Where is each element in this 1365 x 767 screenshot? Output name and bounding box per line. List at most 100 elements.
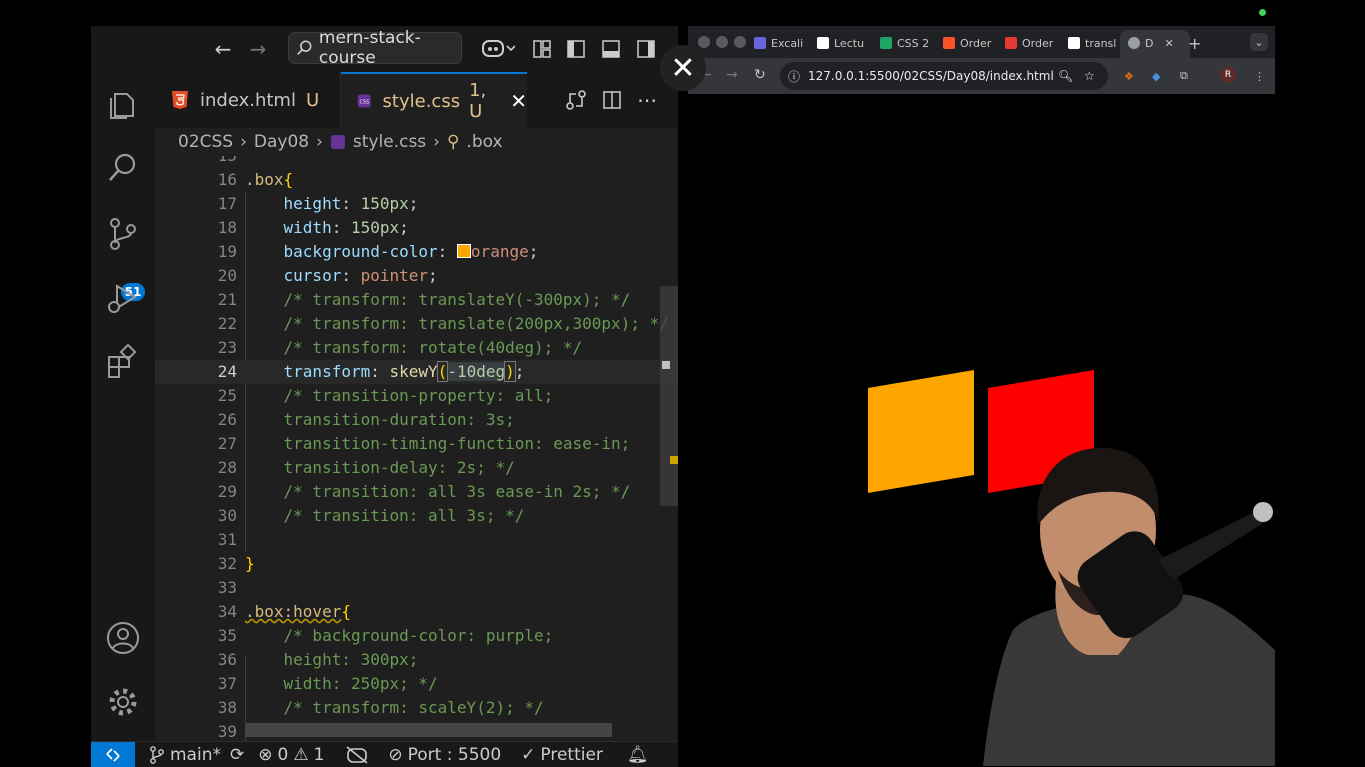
git-branch-icon bbox=[150, 746, 164, 764]
css-comment: /* transition: all 3s; */ bbox=[283, 506, 525, 525]
zoom-icon[interactable]: 🔍︎ bbox=[1058, 69, 1073, 83]
forward-arrow-icon[interactable]: → bbox=[243, 34, 273, 64]
accounts-icon[interactable] bbox=[105, 620, 141, 656]
browser-tab-current[interactable]: D ✕ bbox=[1128, 30, 1174, 56]
window-zoom-dot[interactable] bbox=[734, 36, 746, 48]
back-arrow-icon[interactable]: ← bbox=[208, 34, 238, 64]
open-changes-icon[interactable] bbox=[561, 85, 591, 115]
code-line: 16 .box{ bbox=[155, 168, 678, 192]
breadcrumb-file[interactable]: style.css bbox=[353, 132, 426, 152]
source-control-icon[interactable] bbox=[105, 216, 141, 252]
line-number: 18 bbox=[217, 218, 237, 237]
scrollbar-warning-marker bbox=[670, 456, 678, 464]
notifications-bell-icon[interactable]: 🔔︎ bbox=[627, 745, 649, 765]
code-line: 21 /* transform: translateY(-300px); */ bbox=[155, 288, 678, 312]
tab-search-icon[interactable]: ⌄ bbox=[1250, 33, 1268, 51]
run-debug-icon[interactable] bbox=[105, 280, 141, 316]
bookmark-star-icon[interactable]: ☆ bbox=[1084, 69, 1095, 83]
excalidraw-favicon-icon bbox=[754, 37, 766, 49]
warning-icon: ⚠ bbox=[293, 745, 309, 765]
search-icon[interactable] bbox=[105, 150, 141, 186]
line-number: 38 bbox=[217, 698, 237, 717]
copilot-status-icon[interactable] bbox=[346, 746, 368, 764]
code-line: 18 width: 150px; bbox=[155, 216, 678, 240]
code-line: 35 /* background-color: purple; bbox=[155, 624, 678, 648]
browser-tab[interactable]: Excali bbox=[754, 30, 803, 56]
line-number: 26 bbox=[217, 410, 237, 429]
tab-label: style.css bbox=[382, 90, 461, 112]
css-property: height bbox=[283, 194, 342, 213]
chevron-right-icon: › bbox=[433, 132, 440, 152]
code-line: 29 /* transition: all 3s ease-in 2s; */ bbox=[155, 480, 678, 504]
tab-style-css[interactable]: CSS style.css 1, U ✕ bbox=[341, 72, 527, 128]
close-tab-icon[interactable]: ✕ bbox=[510, 89, 527, 113]
reload-icon[interactable]: ↻ bbox=[754, 62, 766, 88]
close-tab-icon[interactable]: ✕ bbox=[1164, 37, 1173, 50]
extension-icon[interactable]: ❖ bbox=[1124, 63, 1134, 89]
browser-tab[interactable]: Order bbox=[1005, 30, 1053, 56]
code-line: 31 bbox=[155, 528, 678, 552]
toggle-panel-icon[interactable] bbox=[596, 34, 626, 64]
forward-icon[interactable]: → bbox=[726, 62, 738, 88]
breadcrumb-folder[interactable]: Day08 bbox=[254, 132, 309, 152]
remote-indicator-icon[interactable] bbox=[91, 742, 135, 767]
css-comment: height: 300px; bbox=[283, 650, 419, 669]
css-comment: /* transform: translate(200px,300px); */ bbox=[283, 314, 669, 333]
line-number: 36 bbox=[217, 650, 237, 669]
customize-layout-icon[interactable] bbox=[527, 34, 557, 64]
command-center[interactable]: mern-stack-course bbox=[288, 28, 462, 68]
warning-count: 1 bbox=[313, 745, 325, 765]
extensions-icon[interactable] bbox=[105, 343, 141, 380]
browser-tab[interactable]: Lectu bbox=[817, 30, 864, 56]
medium-favicon-icon bbox=[1068, 37, 1080, 49]
search-icon bbox=[297, 40, 312, 55]
prettier-status[interactable]: ✓ Prettier bbox=[521, 745, 603, 765]
window-close-dot[interactable] bbox=[698, 36, 710, 48]
live-server-status[interactable]: ⊘ Port : 5500 bbox=[388, 745, 501, 765]
chrome-menu-icon[interactable]: ⋮ bbox=[1254, 63, 1265, 89]
split-editor-icon[interactable] bbox=[597, 85, 627, 115]
new-tab-icon[interactable]: + bbox=[1188, 30, 1201, 56]
site-info-icon[interactable]: ⓘ bbox=[788, 68, 800, 85]
toggle-secondary-sidebar-icon[interactable] bbox=[631, 34, 661, 64]
line-number: 37 bbox=[217, 674, 237, 693]
browser-tab[interactable]: transl bbox=[1068, 30, 1116, 56]
explorer-icon[interactable] bbox=[105, 86, 141, 122]
prettier-label: Prettier bbox=[540, 745, 603, 765]
browser-tab[interactable]: CSS 2 bbox=[880, 30, 929, 56]
window-minimize-dot[interactable] bbox=[716, 36, 728, 48]
extensions-puzzle-icon[interactable]: ⧉ bbox=[1180, 63, 1188, 89]
branch-status[interactable]: main* ⟳ bbox=[149, 745, 244, 765]
problems-status[interactable]: ⊗ 0 ⚠ 1 bbox=[258, 745, 324, 765]
line-number: 22 bbox=[217, 314, 237, 333]
css-value: pointer bbox=[360, 266, 429, 285]
browser-tab[interactable]: Order bbox=[943, 30, 991, 56]
breadcrumb-folder[interactable]: 02CSS bbox=[178, 132, 233, 152]
more-actions-icon[interactable]: ⋯ bbox=[632, 85, 662, 115]
globe-favicon-icon bbox=[1128, 37, 1140, 49]
css-value: orange bbox=[470, 242, 529, 261]
code-line: 15 bbox=[155, 156, 678, 168]
copilot-icon[interactable] bbox=[478, 34, 518, 64]
code-editor[interactable]: 15 16.box{ 17 height: 150px; 18 width: 1… bbox=[155, 156, 678, 741]
color-swatch[interactable] bbox=[456, 244, 471, 258]
horizontal-scrollbar[interactable] bbox=[245, 723, 612, 737]
browser-tab-label: Order bbox=[960, 36, 992, 50]
url-text: 127.0.0.1:5500/02CSS/Day08/index.html bbox=[808, 69, 1054, 83]
settings-gear-icon[interactable] bbox=[105, 684, 141, 720]
extension-icon[interactable]: ◆ bbox=[1152, 63, 1160, 89]
vertical-scrollbar[interactable] bbox=[660, 286, 678, 506]
css-comment: transition-duration: 3s; bbox=[283, 410, 515, 429]
address-bar[interactable]: ⓘ 127.0.0.1:5500/02CSS/Day08/index.html … bbox=[780, 62, 1108, 90]
tab-index-html[interactable]: index.html U bbox=[155, 72, 341, 128]
presenter-webcam bbox=[983, 447, 1275, 766]
css-property: width bbox=[283, 218, 332, 237]
tab-status: 1, U bbox=[469, 80, 487, 122]
close-overlay-button[interactable]: ✕ bbox=[660, 45, 706, 91]
breadcrumb-symbol[interactable]: .box bbox=[466, 132, 502, 152]
check-all-icon: ✓ bbox=[521, 745, 536, 765]
no-entry-icon: ⊘ bbox=[388, 745, 403, 765]
profile-avatar[interactable]: R bbox=[1220, 67, 1236, 83]
toggle-sidebar-icon[interactable] bbox=[561, 34, 591, 64]
sync-icon[interactable]: ⟳ bbox=[230, 745, 244, 765]
